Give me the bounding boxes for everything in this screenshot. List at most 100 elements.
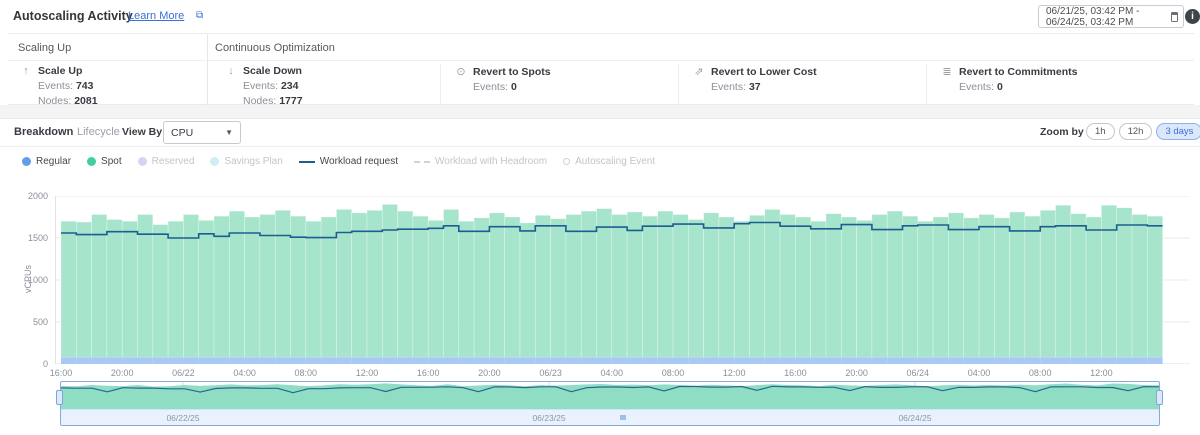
x-tick-label: 04:00	[601, 368, 624, 378]
view-by-select[interactable]: CPU ▼	[163, 121, 241, 144]
arrow-up-icon: ↑	[20, 65, 32, 77]
legend-swatch	[563, 158, 570, 165]
stats-group-title: Scaling Up	[18, 42, 71, 54]
navigator-date-label: 06/23/25	[532, 413, 565, 423]
legend-item-savings-plan[interactable]: Savings Plan	[210, 156, 282, 167]
main-chart: vCPUs 050010001500200016:0020:0006/2204:…	[0, 188, 1200, 380]
tab-lifecycle[interactable]: Lifecycle	[77, 126, 120, 138]
navigator-date-label: 06/24/25	[898, 413, 931, 423]
stat-metric: Events: 37	[711, 81, 817, 93]
divider	[678, 64, 679, 104]
x-tick-label: 04:00	[968, 368, 991, 378]
x-tick-label: 12:00	[723, 368, 746, 378]
stat-revert-to-spots: ⊙ Revert to Spots Events: 0	[455, 65, 551, 93]
divider	[926, 64, 927, 104]
brush-handle-right[interactable]	[1156, 390, 1163, 405]
page-title: Autoscaling Activity	[13, 9, 133, 23]
view-by-value: CPU	[171, 127, 193, 139]
x-tick-label: 08:00	[662, 368, 685, 378]
stat-metric: Events: 0	[959, 81, 1077, 93]
chevron-down-icon: ▼	[225, 128, 233, 137]
legend-swatch	[138, 157, 147, 166]
x-tick-label: 20:00	[111, 368, 134, 378]
legend-label: Spot	[101, 156, 122, 167]
x-tick-label: 06/23	[539, 368, 562, 378]
x-tick-label: 08:00	[295, 368, 318, 378]
calendar-icon	[1171, 12, 1178, 22]
stat-metric: Events: 743	[38, 80, 98, 92]
chart-controls: Breakdown Lifecycle View By CPU ▼ Zoom b…	[0, 118, 1200, 147]
legend-swatch	[414, 161, 430, 163]
stat-label: Revert to Spots	[473, 66, 551, 78]
stat-revert-to-commitments: ≣ Revert to Commitments Events: 0	[941, 65, 1077, 93]
legend-item-regular[interactable]: Regular	[22, 156, 71, 167]
stat-label: Scale Down	[243, 65, 302, 77]
legend-item-reserved[interactable]: Reserved	[138, 156, 195, 167]
stat-metric: Events: 0	[473, 81, 551, 93]
y-tick-label: 0	[10, 359, 48, 369]
x-tick-label: 20:00	[845, 368, 868, 378]
view-by-label: View By	[122, 126, 162, 138]
stat-scale-up: ↑Scale Up Events: 743 Nodes: 2081	[20, 65, 98, 107]
x-tick-label: 06/24	[907, 368, 930, 378]
stats-group-title: Continuous Optimization	[215, 42, 335, 54]
layers-icon: ≣	[941, 65, 953, 78]
x-tick-label: 12:00	[356, 368, 379, 378]
legend-swatch	[210, 157, 219, 166]
stat-label: Scale Up	[38, 65, 82, 77]
legend-item-spot[interactable]: Spot	[87, 156, 122, 167]
navigator-date-label: 06/22/25	[166, 413, 199, 423]
legend-label: Reserved	[152, 156, 195, 167]
stat-scale-down: ↓Scale Down Events: 234 Nodes: 1777	[225, 65, 303, 107]
zoom-option-12h[interactable]: 12h	[1119, 123, 1153, 140]
legend-swatch	[299, 161, 315, 163]
legend-label: Workload with Headroom	[435, 156, 547, 167]
x-tick-label: 08:00	[1029, 368, 1052, 378]
legend-swatch	[22, 157, 31, 166]
legend-label: Autoscaling Event	[575, 156, 655, 167]
x-tick-label: 06/22	[172, 368, 195, 378]
navigator-selection[interactable]: 06/22/25 06/23/25 06/24/25	[60, 381, 1160, 426]
navigator-marker[interactable]	[620, 415, 626, 420]
zoom-option-3-days[interactable]: 3 days	[1156, 123, 1200, 140]
divider	[8, 60, 1194, 61]
navigator-date-band[interactable]: 06/22/25 06/23/25 06/24/25	[61, 409, 1159, 425]
legend-item-autoscaling-event[interactable]: Autoscaling Event	[563, 156, 655, 167]
main-chart-plot[interactable]	[55, 196, 1190, 364]
brush-handle-left[interactable]	[56, 390, 63, 405]
legend-item-workload-request[interactable]: Workload request	[299, 156, 398, 167]
zoom-by-options: 1h12h3 days7 days	[1086, 123, 1200, 140]
external-link-icon[interactable]: ⧉	[196, 10, 203, 21]
spot-icon: ⊙	[455, 65, 467, 78]
divider	[207, 34, 208, 106]
stat-label: Revert to Commitments	[959, 66, 1077, 78]
learn-more-link[interactable]: Learn More	[128, 10, 184, 22]
x-tick-label: 16:00	[50, 368, 73, 378]
legend-item-workload-with-headroom[interactable]: Workload with Headroom	[414, 156, 547, 167]
date-range-value: 06/21/25, 03:42 PM - 06/24/25, 03:42 PM	[1046, 6, 1171, 28]
navigator-chart[interactable]	[61, 382, 1159, 409]
date-range-picker[interactable]: 06/21/25, 03:42 PM - 06/24/25, 03:42 PM	[1038, 5, 1184, 28]
y-tick-label: 2000	[10, 191, 48, 201]
legend-swatch	[87, 157, 96, 166]
arrow-up-right-icon: ⇗	[693, 65, 705, 78]
x-tick-label: 16:00	[784, 368, 807, 378]
legend-label: Regular	[36, 156, 71, 167]
page-header: Autoscaling Activity Learn More ⧉ 06/21/…	[0, 0, 1200, 33]
y-tick-label: 1500	[10, 233, 48, 243]
tab-breakdown[interactable]: Breakdown	[14, 126, 73, 138]
stats-panel: Scaling Up Continuous Optimization ↑ Scal…	[8, 33, 1194, 105]
x-tick-label: 04:00	[233, 368, 256, 378]
divider	[0, 105, 1200, 118]
chart-legend: Regular Spot Reserved Savings Plan Workload …	[22, 156, 655, 167]
arrow-down-icon: ↓	[225, 65, 237, 77]
stat-metric: Events: 234	[243, 80, 303, 92]
legend-label: Savings Plan	[224, 156, 282, 167]
legend-label: Workload request	[320, 156, 398, 167]
x-tick-label: 12:00	[1090, 368, 1113, 378]
zoom-option-1h[interactable]: 1h	[1086, 123, 1115, 140]
info-icon[interactable]: i	[1185, 9, 1200, 24]
y-tick-label: 500	[10, 317, 48, 327]
zoom-by-label: Zoom by	[1040, 126, 1084, 138]
divider	[440, 64, 441, 104]
